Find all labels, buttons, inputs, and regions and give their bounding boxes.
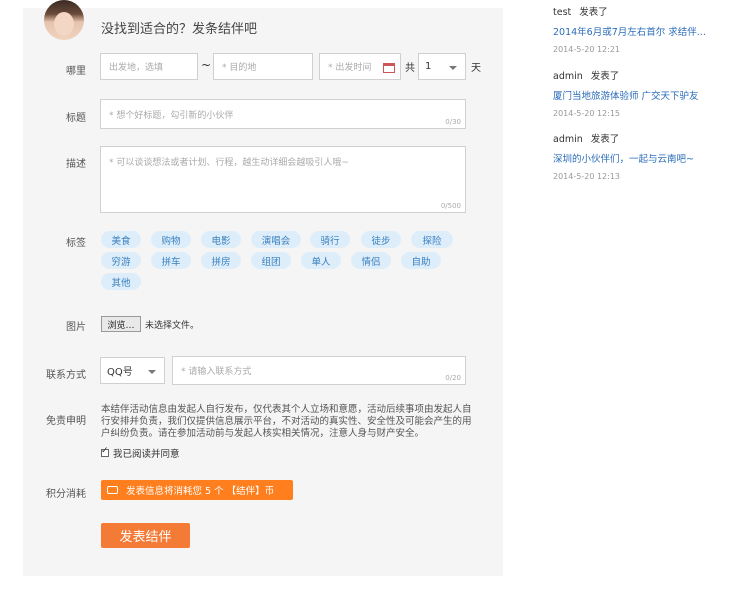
tag-item[interactable]: 美食: [101, 231, 141, 248]
contact-type-value: QQ号: [107, 367, 133, 378]
contact-label: 联系方式: [46, 370, 86, 381]
agree-checkbox[interactable]: [101, 446, 109, 457]
tag-item[interactable]: 自助: [401, 252, 441, 269]
tag-item[interactable]: 徒步: [361, 231, 401, 248]
feed-action: 发表了: [579, 7, 608, 18]
tag-item[interactable]: 电影: [201, 231, 241, 248]
feed-post-link[interactable]: 厦门当地旅游体验师 广交天下驴友: [553, 88, 743, 102]
browse-button[interactable]: 浏览…: [101, 316, 141, 332]
total-label: 共: [405, 63, 415, 74]
tag-item[interactable]: 其他: [101, 273, 141, 290]
contact-input[interactable]: * 请输入联系方式 0/20: [172, 356, 466, 385]
feed-username[interactable]: admin: [553, 134, 583, 145]
feed-item: admin 发表了 厦门当地旅游体验师 广交天下驴友 2014-5-20 12:1…: [553, 68, 743, 118]
chat-bubble-icon: [107, 486, 118, 494]
tag-item[interactable]: 购物: [151, 231, 191, 248]
feed-username[interactable]: test: [553, 7, 571, 18]
title-label: 标题: [66, 113, 86, 124]
title-counter: 0/30: [445, 118, 461, 126]
contact-type-select[interactable]: QQ号: [100, 357, 165, 384]
disclaimer-label: 免责申明: [46, 416, 86, 427]
range-tilde: ~: [201, 58, 212, 72]
feed-action: 发表了: [590, 71, 620, 82]
points-label: 积分消耗: [46, 489, 86, 500]
feed-post-link[interactable]: 深圳的小伙伴们，一起与云南吧~: [553, 151, 743, 165]
departure-input[interactable]: 出发地，选填: [100, 53, 198, 80]
disclaimer-text: 本结伴活动信息由发起人自行发布，仅代表其个人立场和意愿，活动后续事项由发起人自行…: [101, 404, 472, 439]
image-label: 图片: [66, 322, 86, 333]
feed-timestamp: 2014-5-20 12:15: [553, 109, 620, 118]
destination-input[interactable]: * 目的地: [213, 53, 313, 80]
agree-checkbox-row[interactable]: 我已阅读并同意: [101, 446, 180, 460]
days-value: 1: [425, 61, 432, 72]
calendar-icon[interactable]: [383, 63, 395, 73]
points-notice: 发表信息将消耗您 5 个 【结伴】币: [101, 480, 293, 500]
days-select[interactable]: 1: [418, 53, 466, 80]
feed-username[interactable]: admin: [553, 71, 583, 82]
where-label: 哪里: [66, 66, 86, 77]
points-notice-text: 发表信息将消耗您 5 个 【结伴】币: [126, 486, 275, 497]
days-unit: 天: [471, 63, 481, 74]
date-placeholder: * 出发时间: [328, 63, 372, 73]
title-input[interactable]: * 想个好标题，勾引新的小伙伴 0/30: [100, 99, 466, 129]
tag-item[interactable]: 情侣: [351, 252, 391, 269]
tags-label: 标签: [66, 238, 86, 249]
feed-timestamp: 2014-5-20 12:13: [553, 172, 620, 181]
page-title: 没找到适合的？发条结伴吧: [101, 22, 258, 37]
feed-post-link[interactable]: 2014年6月或7月左右首尔 求结伴...: [553, 24, 743, 38]
description-textarea[interactable]: * 可以谈谈想法或者计划、行程，越生动详细会越吸引人哦~ 0/500: [100, 146, 466, 213]
tag-item[interactable]: 探险: [411, 231, 453, 248]
feed-timestamp: 2014-5-20 12:21: [553, 45, 620, 54]
feed-item: admin 发表了 深圳的小伙伴们，一起与云南吧~ 2014-5-20 12:13: [553, 131, 743, 181]
chevron-down-icon: [449, 66, 457, 70]
contact-counter: 0/20: [445, 374, 461, 382]
user-avatar: [44, 0, 84, 40]
submit-button[interactable]: 发表结伴: [101, 523, 190, 548]
tag-item[interactable]: 拼房: [201, 252, 241, 269]
description-counter: 0/500: [440, 202, 461, 210]
tag-item[interactable]: 演唱会: [251, 231, 301, 248]
tag-item[interactable]: 拼车: [151, 252, 191, 269]
agree-label: 我已阅读并同意: [113, 449, 180, 460]
description-label: 描述: [66, 159, 86, 170]
description-placeholder: * 可以谈谈想法或者计划、行程，越生动详细会越吸引人哦~: [109, 158, 349, 168]
feed-action: 发表了: [590, 134, 620, 145]
chevron-down-icon: [148, 370, 156, 374]
tag-item[interactable]: 单人: [301, 252, 341, 269]
contact-placeholder: * 请输入联系方式: [181, 367, 252, 377]
no-file-text: 未选择文件。: [145, 321, 200, 331]
departure-date-input[interactable]: * 出发时间: [319, 53, 401, 80]
title-placeholder: * 想个好标题，勾引新的小伙伴: [109, 110, 234, 121]
tag-item[interactable]: 组团: [251, 252, 291, 269]
feed-item: test 发表了 2014年6月或7月左右首尔 求结伴... 2014-5-20 …: [553, 4, 743, 54]
tag-item[interactable]: 穷游: [101, 252, 141, 269]
tag-item[interactable]: 骑行: [310, 231, 350, 248]
